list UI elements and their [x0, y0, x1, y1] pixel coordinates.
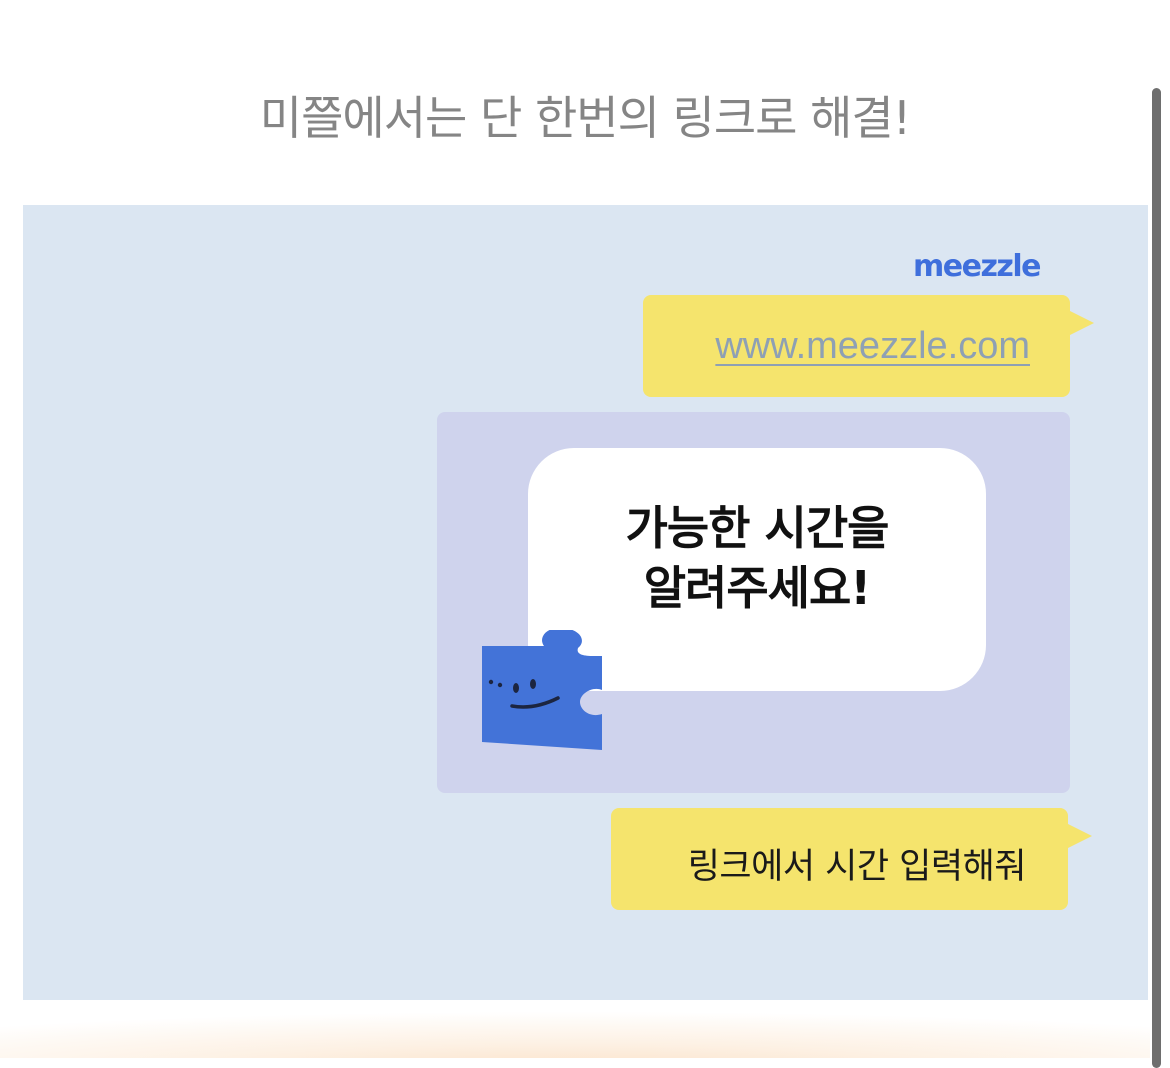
chat-mockup: meezzle www.meezzle.com 가능한 시간을 알려주세요! 링…	[23, 205, 1148, 1000]
meezzle-link[interactable]: www.meezzle.com	[715, 325, 1030, 368]
section-heading: 미쯜에서는 단 한번의 링크로 해결!	[259, 91, 911, 145]
bubble-tail	[1066, 309, 1094, 337]
link-preview-card[interactable]: 가능한 시간을 알려주세요!	[437, 412, 1070, 793]
reply-message-text: 링크에서 시간 입력해줘	[687, 847, 1027, 887]
link-message-bubble: www.meezzle.com	[643, 295, 1094, 397]
puzzle-piece-mascot-icon	[482, 630, 602, 750]
reply-message-bubble: 링크에서 시간 입력해줘	[611, 808, 1092, 910]
speech-line-1: 가능한 시간을	[625, 501, 890, 555]
bubble-tail	[1064, 822, 1092, 850]
speech-text: 가능한 시간을 알려주세요!	[528, 498, 986, 618]
speech-line-2: 알려주세요!	[643, 561, 872, 615]
sender-name: meezzle	[912, 249, 1042, 284]
bottom-section-glow	[0, 1000, 1150, 1058]
scrollbar[interactable]	[1152, 88, 1161, 1068]
